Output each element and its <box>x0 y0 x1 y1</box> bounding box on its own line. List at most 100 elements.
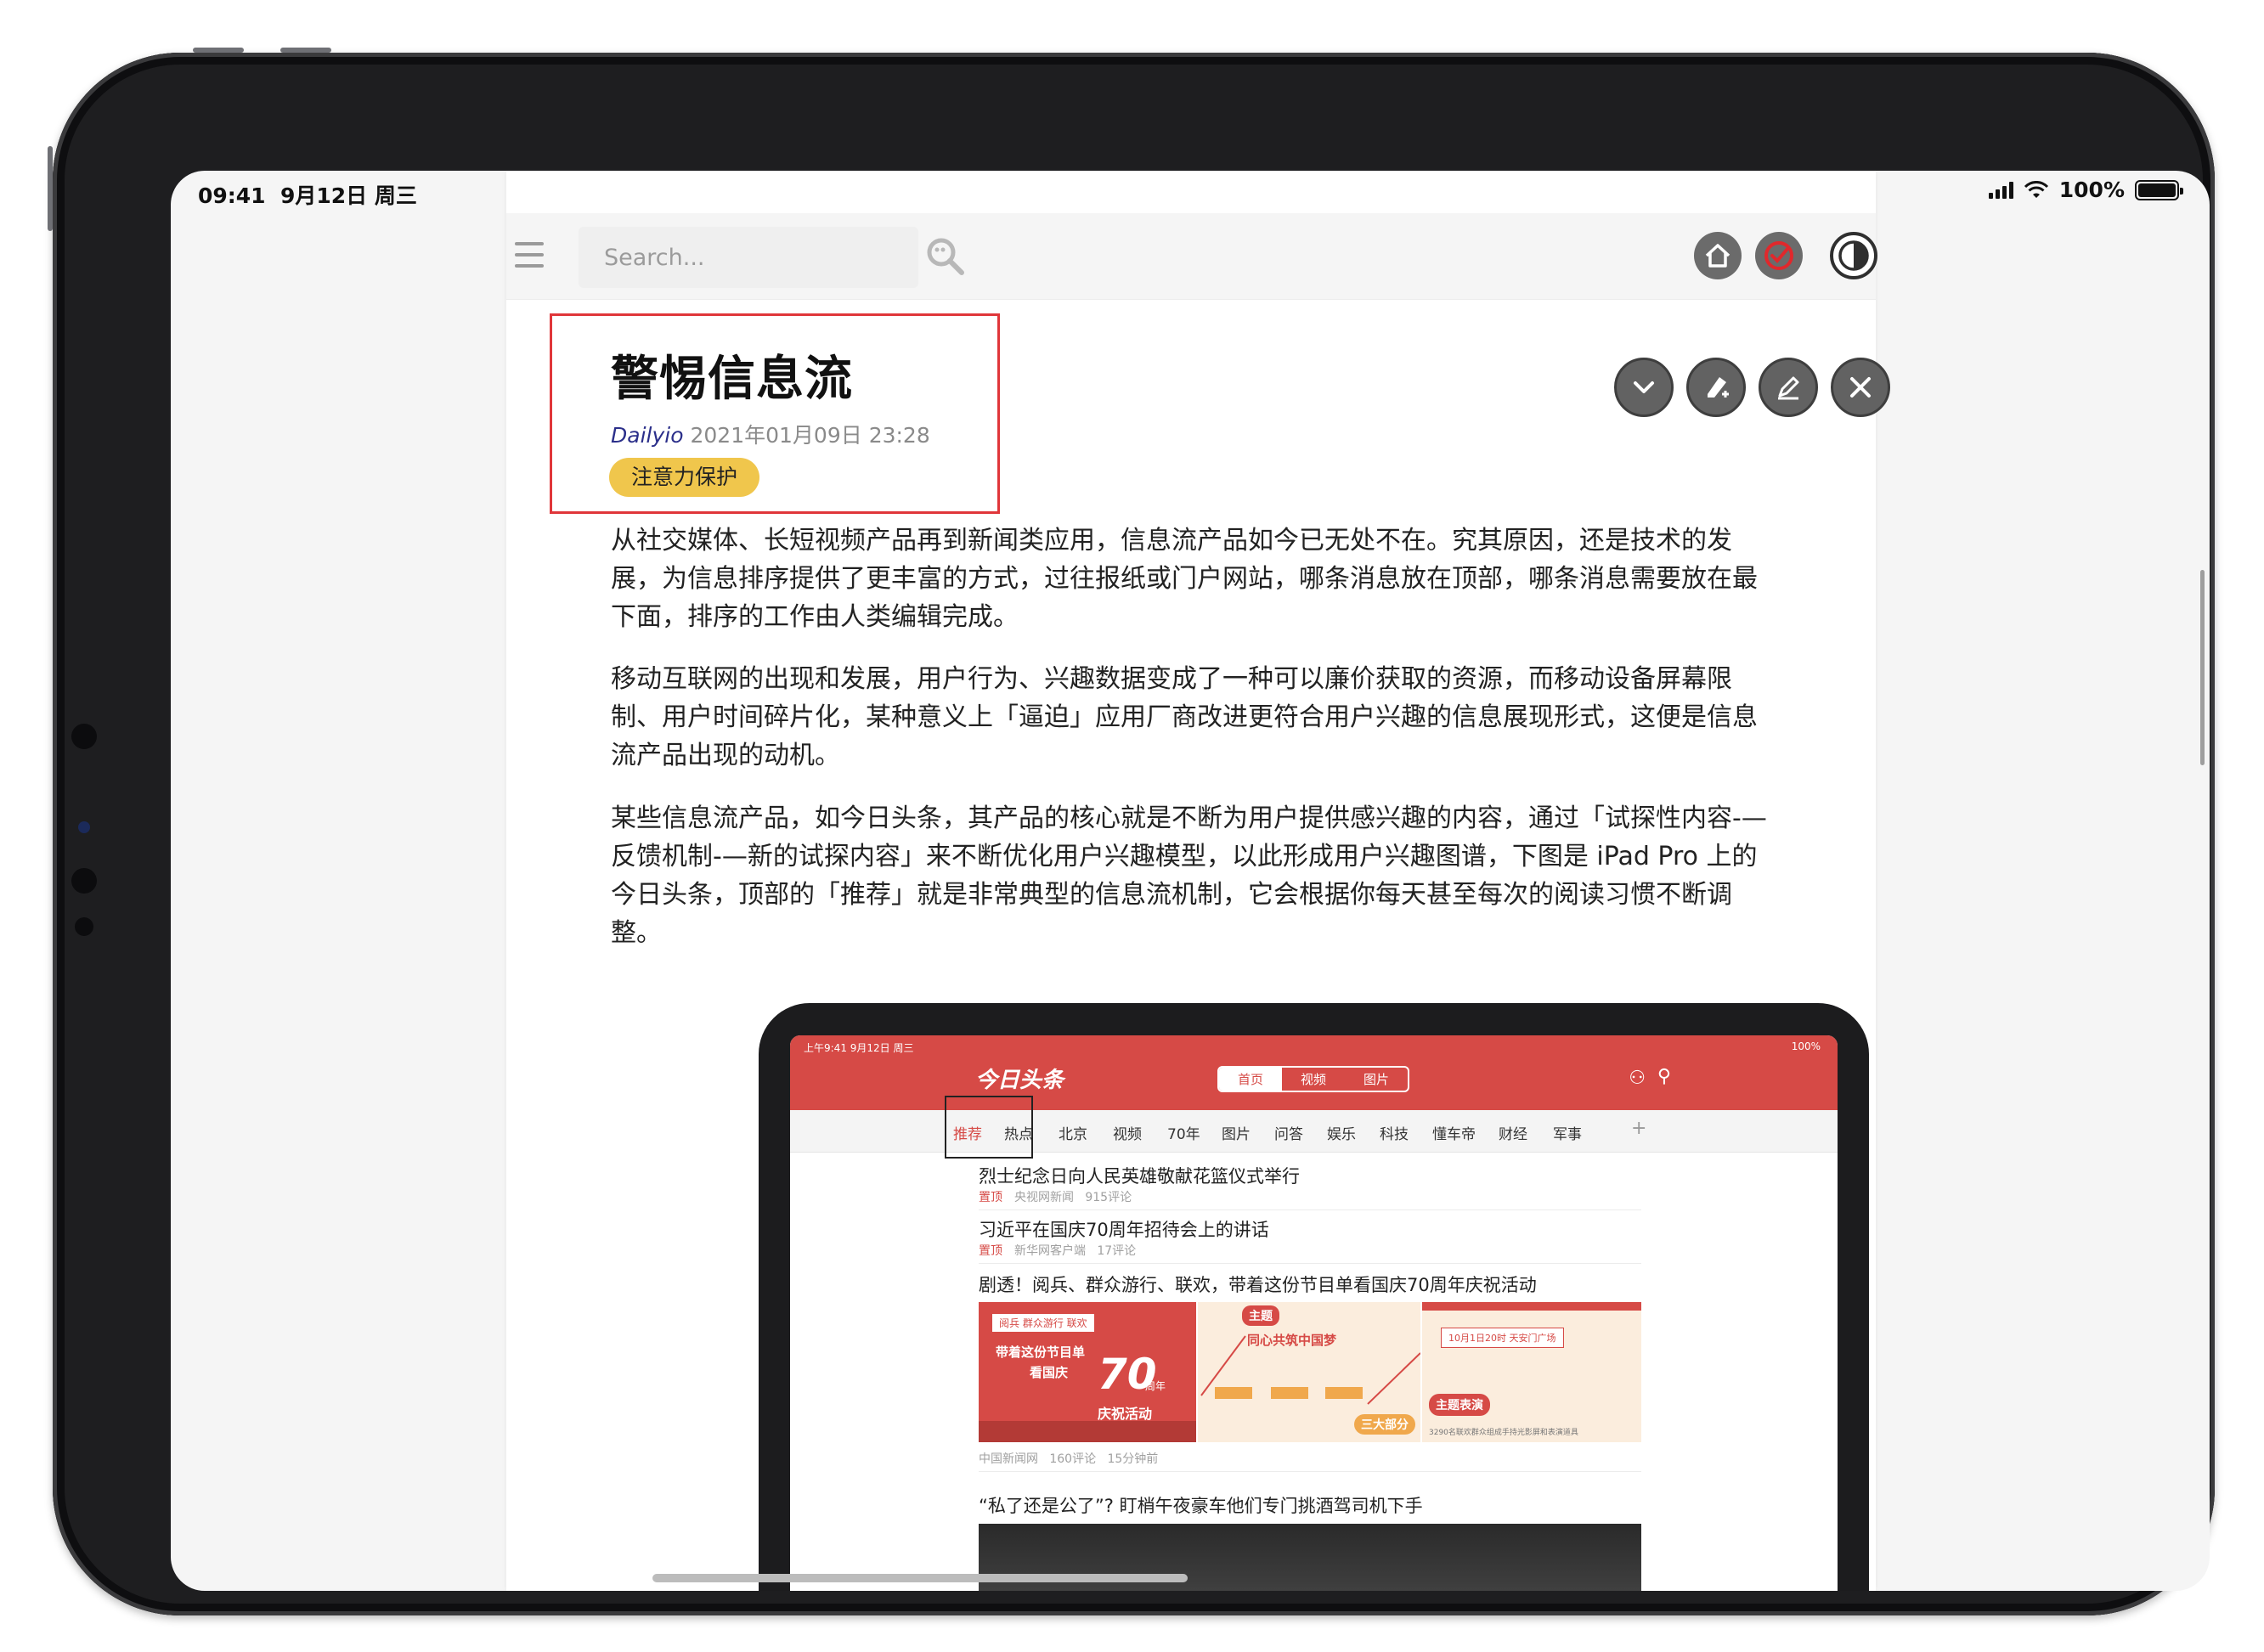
figure-status-battery: 100% <box>1791 1040 1821 1052</box>
search-input[interactable] <box>579 227 918 288</box>
article-tag[interactable]: 注意力保护 <box>609 458 760 497</box>
figure-thumb-parade: 阅兵 群众游行 联欢 带着这份节目单 看国庆 70 周年 庆祝活动 <box>979 1302 1196 1442</box>
highlighter-button[interactable] <box>1686 358 1746 417</box>
home-indicator[interactable] <box>652 1574 1188 1582</box>
article-paragraph: 移动互联网的出现和发展，用户行为、兴趣数据变成了一种可以廉价获取的资源，而移动设… <box>611 664 1758 770</box>
figure-screen: 上午9:41 9月12日 周三 100% 今日头条 首页 视频 图片 ⚇ ⚲ 推… <box>790 1035 1838 1591</box>
figure-news-comments: 17评论 <box>1097 1244 1137 1258</box>
magnifier-icon[interactable] <box>923 234 970 281</box>
figure-status-time: 上午9:41 9月12日 周三 <box>804 1042 914 1054</box>
theme-toggle-button[interactable] <box>1830 232 1877 279</box>
figure-news-meta: 中国新闻网 160评论 15分钟前 <box>979 1450 1158 1467</box>
figure-thumb-badge: 主题表演 <box>1429 1394 1490 1416</box>
camera-lens-icon <box>71 724 97 749</box>
close-icon <box>1850 377 1871 397</box>
figure-news-time: 15分钟前 <box>1107 1452 1159 1466</box>
figure-segment: 视频 <box>1301 1072 1327 1087</box>
pencil-icon <box>1778 376 1799 400</box>
article-title: 警惕信息流 <box>611 352 853 407</box>
figure-app-logo: 今日头条 <box>975 1068 1064 1093</box>
close-button[interactable] <box>1831 358 1890 417</box>
figure-thumb-text: 周年 <box>1145 1380 1166 1392</box>
article-paragraph: 某些信息流产品，如今日头条，其产品的核心就是不断为用户提供感兴趣的内容，通过「试… <box>611 803 1767 948</box>
figure-segment: 首页 <box>1219 1068 1283 1091</box>
figure-nav-item: 视频 <box>1113 1126 1142 1143</box>
figure-thumb-gate <box>979 1421 1196 1442</box>
article-paragraph: 从社交媒体、长短视频产品再到新闻类应用，信息流产品如今已无处不在。究其原因，还是… <box>611 526 1758 632</box>
figure-pinned-badge: 置顶 <box>979 1244 1002 1258</box>
figure-nav-item: 懂车帝 <box>1432 1126 1476 1143</box>
home-icon <box>1705 244 1730 268</box>
figure-thumb-text: 10月1日20时 天安门广场 <box>1441 1328 1564 1348</box>
check-button[interactable] <box>1755 232 1803 279</box>
figure-thumb-text: 带着这份节目单 <box>996 1345 1086 1360</box>
figure-recommend-highlight <box>945 1096 1033 1159</box>
figure-nav-plus: + <box>1631 1118 1647 1139</box>
cellular-signal-icon <box>1988 181 2013 199</box>
scrollbar[interactable] <box>2200 570 2205 765</box>
screen: 09:41 9月12日 周三 100% Search... 警惕信息流 Dail… <box>171 171 2210 1591</box>
figure-divider <box>979 1209 1641 1210</box>
tablet-frame: 09:41 9月12日 周三 100% Search... 警惕信息流 Dail… <box>48 48 2215 1615</box>
battery-level <box>2138 183 2176 197</box>
figure-nav-item: 图片 <box>1222 1126 1251 1143</box>
collapse-button[interactable] <box>1614 358 1674 417</box>
figure-news-title: “私了还是公了”? 盯梢午夜豪车他们专门挑酒驾司机下手 <box>979 1496 1423 1516</box>
clock: 09:41 <box>198 183 266 208</box>
figure-thumb-text: 看国庆 <box>1030 1365 1069 1380</box>
status-time: 09:41 9月12日 周三 <box>198 179 417 210</box>
figure-divider <box>979 1471 1641 1472</box>
figure-thumb-show: 10月1日20时 天安门广场 主题表演 3290名联欢群众组成手持光影屏和表演道… <box>1422 1302 1641 1442</box>
figure-news-source: 新华网客户端 <box>1014 1244 1086 1258</box>
edit-button[interactable] <box>1759 358 1818 417</box>
figure-thumb-theme: 主题 同心共筑中国梦 三大部分 <box>1198 1302 1420 1442</box>
toolbar <box>506 213 1877 300</box>
figure-pinned-badge: 置顶 <box>979 1191 1002 1204</box>
figure-news-source: 中国新闻网 <box>979 1452 1038 1466</box>
half-circle-icon <box>1838 240 1869 271</box>
figure-nav-item: 70年 <box>1167 1126 1200 1143</box>
volume-down-button <box>280 48 331 53</box>
wifi-icon <box>2024 180 2048 198</box>
figure-nav-item: 娱乐 <box>1327 1126 1356 1143</box>
figure-divider <box>979 1263 1641 1264</box>
figure-nav-item: 北京 <box>1059 1126 1087 1143</box>
microphone-dot-icon <box>75 917 93 936</box>
figure-news-title: 习近平在国庆70周年招待会上的讲话 <box>979 1220 1269 1240</box>
camera-sensor-icon <box>78 821 90 833</box>
figure-news-title: 剧透！阅兵、群众游行、联欢，带着这份节目单看国庆70周年庆祝活动 <box>979 1275 1537 1295</box>
figure-news-meta: 置顶 央视网新闻 915评论 <box>979 1188 1132 1205</box>
check-circle-icon <box>1764 241 1793 270</box>
figure-thumb-tag: 阅兵 群众游行 联欢 <box>992 1314 1094 1332</box>
figure-nav-item: 科技 <box>1380 1126 1409 1143</box>
article-author[interactable]: Dailyio <box>611 423 684 448</box>
battery-icon <box>2135 179 2183 200</box>
volume-up-button <box>193 48 244 53</box>
figure-news-source: 央视网新闻 <box>1014 1191 1074 1204</box>
figure-nav-item: 问答 <box>1274 1126 1303 1143</box>
figure-nav-item: 军事 <box>1553 1126 1582 1143</box>
hamburger-icon[interactable] <box>515 242 544 268</box>
figure-news-meta: 置顶 新华网客户端 17评论 <box>979 1242 1136 1259</box>
figure-thumb-text: 庆祝活动 <box>1098 1406 1153 1422</box>
figure-user-icon: ⚇ <box>1629 1068 1646 1089</box>
article-meta: Dailyio 2021年01月09日 23:28 <box>611 419 930 449</box>
status-indicators: 100% <box>1988 178 2183 202</box>
figure-search-icon: ⚲ <box>1657 1066 1671 1087</box>
figure-segment: 图片 <box>1363 1072 1390 1087</box>
battery-percent: 100% <box>2058 178 2125 202</box>
figure-news-comments: 160评论 <box>1049 1452 1097 1466</box>
camera-dot-icon <box>71 868 97 894</box>
figure-nav-item: 财经 <box>1499 1126 1527 1143</box>
status-date: 9月12日 周三 <box>280 183 417 208</box>
article-actions <box>1614 358 1890 417</box>
figure-thumb-caption: 3290名联欢群众组成手持光影屏和表演道具 <box>1429 1429 1578 1437</box>
figure-thumb-badge: 三大部分 <box>1354 1414 1415 1435</box>
figure-segmented-control: 首页 视频 图片 <box>1217 1066 1410 1092</box>
article-figure: 上午9:41 9月12日 周三 100% 今日头条 首页 视频 图片 ⚇ ⚲ 推… <box>759 1003 1869 1591</box>
home-button[interactable] <box>1694 232 1742 279</box>
highlighter-icon <box>1708 377 1729 397</box>
power-button <box>48 146 53 231</box>
reader-app: 警惕信息流 Dailyio2021年01月09日 23:28 注意力保护 <box>506 171 1890 1591</box>
article-date: 2021年01月09日 23:28 <box>690 423 930 448</box>
